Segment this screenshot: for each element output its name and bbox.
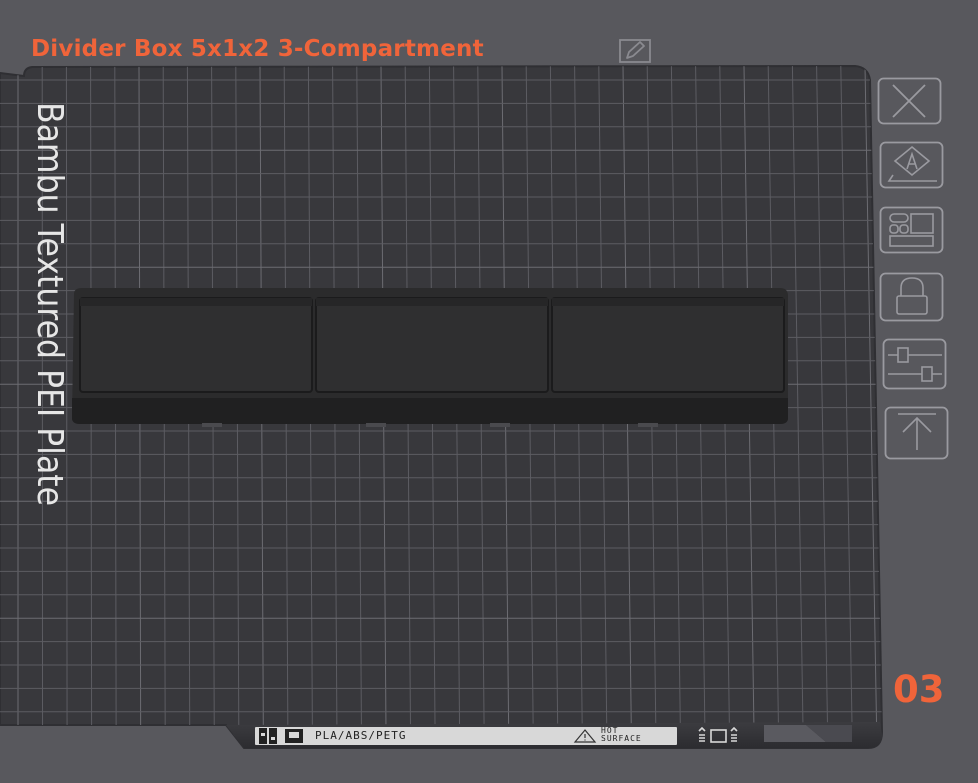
auto-orient-icon bbox=[887, 145, 937, 182]
move-to-top-button[interactable] bbox=[884, 406, 950, 460]
lock-icon bbox=[896, 277, 928, 315]
close-plate-button[interactable] bbox=[877, 77, 943, 125]
auto-orient-button[interactable] bbox=[879, 141, 945, 189]
plate-side-icon bbox=[698, 727, 738, 743]
warning-icon bbox=[573, 729, 597, 743]
plate-title[interactable]: Divider Box 5x1x2 3-Compartment bbox=[31, 36, 484, 62]
arrange-icon bbox=[889, 213, 934, 247]
hot-surface-line2: SURFACE bbox=[601, 734, 642, 743]
lock-plate-button[interactable] bbox=[879, 272, 945, 322]
plate-material-strip: PLA/ABS/PETG HOT SURFACE bbox=[255, 727, 677, 745]
plate-settings-button[interactable] bbox=[882, 338, 948, 390]
close-icon bbox=[892, 84, 926, 118]
materials-label: PLA/ABS/PETG bbox=[315, 729, 407, 742]
plate-code-icon bbox=[259, 728, 303, 744]
edit-pencil-icon[interactable] bbox=[618, 38, 652, 64]
plate-settings-icon bbox=[888, 347, 942, 382]
plate-number: 03 bbox=[893, 668, 945, 711]
plate-type-text: Bambu Textured PEI Plate bbox=[29, 102, 70, 506]
move-to-top-icon bbox=[898, 413, 936, 450]
arrange-button[interactable] bbox=[879, 206, 945, 254]
plate-type-label: Bambu Textured PEI Plate bbox=[12, 100, 72, 510]
hot-surface-label: HOT SURFACE bbox=[601, 727, 642, 743]
divider-box-model[interactable] bbox=[66, 286, 796, 430]
